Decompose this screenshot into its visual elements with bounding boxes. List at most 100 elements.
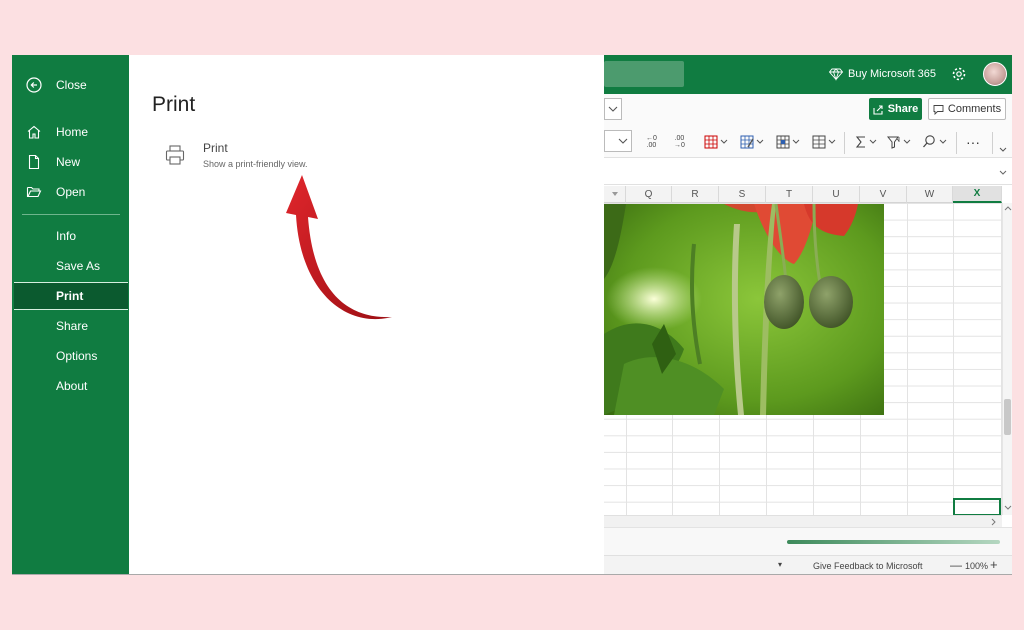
nav-home[interactable]: Home <box>12 118 129 146</box>
increase-decimal-button[interactable]: ←0.00 <box>646 132 657 152</box>
nav-save-as-label: Save As <box>56 259 101 273</box>
column-header-s[interactable]: S <box>719 186 766 203</box>
sheet-tab-bar <box>604 527 1012 555</box>
buy-label: Buy Microsoft 365 <box>848 68 937 80</box>
scroll-up-icon[interactable] <box>1004 205 1012 211</box>
zoom-in-button[interactable]: + <box>990 557 998 572</box>
cell-styles-button[interactable] <box>776 132 802 152</box>
number-format-dropdown[interactable] <box>604 130 632 152</box>
comment-icon <box>933 104 944 115</box>
find-select-button[interactable] <box>922 132 950 152</box>
conditional-formatting-icon <box>704 135 728 149</box>
vertical-scrollbar[interactable] <box>1002 203 1012 515</box>
nav-open-label: Open <box>56 185 86 199</box>
scroll-down-icon[interactable] <box>1004 505 1012 511</box>
grid-line <box>953 203 954 515</box>
nav-share[interactable]: Share <box>12 312 129 340</box>
print-option-title: Print <box>203 141 228 155</box>
nav-options-label: Options <box>56 349 98 363</box>
nav-save-as[interactable]: Save As <box>12 252 129 280</box>
nav-close[interactable]: Close <box>12 71 129 99</box>
increase-decimal-bottom: .00 <box>646 142 657 149</box>
nav-open[interactable]: Open <box>12 178 129 206</box>
share-label: Share <box>887 103 919 115</box>
conditional-formatting-button[interactable] <box>704 132 730 152</box>
sigma-icon <box>855 136 877 148</box>
sheet-tab-scroller[interactable] <box>787 540 1000 544</box>
diamond-icon <box>828 67 844 81</box>
comments-button[interactable]: Comments <box>928 98 1006 120</box>
format-table-icon <box>740 135 764 149</box>
formula-expand-chevron-icon[interactable] <box>998 168 1008 178</box>
nav-new-label: New <box>56 155 81 169</box>
window-bottom-edge <box>12 574 1012 575</box>
toolbar-separator <box>956 132 957 154</box>
page-title: Print <box>152 93 196 116</box>
share-icon <box>873 104 883 115</box>
printer-icon <box>163 143 187 167</box>
excel-workbook: Buy Microsoft 365 Share Comments ←0 .00 … <box>604 55 1012 575</box>
excel-window: Close Home New Open Info Save As Print S… <box>12 55 1012 575</box>
zoom-level[interactable]: 100% <box>965 561 988 571</box>
column-header-v[interactable]: V <box>860 186 907 203</box>
comments-label: Comments <box>947 103 1002 115</box>
format-as-table-button[interactable] <box>740 132 766 152</box>
ribbon-toolbar: ←0.00 .00 →0 ··· <box>604 126 1012 158</box>
nav-options[interactable]: Options <box>12 342 129 370</box>
nav-divider <box>22 214 120 215</box>
status-chevron-icon[interactable]: ▾ <box>778 560 782 569</box>
decrease-decimal-bottom: →0 <box>674 142 685 149</box>
sort-filter-icon <box>886 136 911 149</box>
excel-title-bar: Buy Microsoft 365 <box>604 55 1012 94</box>
column-header-t[interactable]: T <box>766 186 813 203</box>
annotation-arrow-icon <box>286 175 392 320</box>
sort-filter-button[interactable] <box>886 132 914 152</box>
nav-about[interactable]: About <box>12 372 129 400</box>
vertical-scroll-thumb[interactable] <box>1004 399 1011 435</box>
ribbon-collapse-chevron-icon[interactable] <box>998 140 1008 160</box>
decrease-decimal-button[interactable]: .00 →0 <box>674 132 685 152</box>
insert-delete-cells-button[interactable] <box>812 132 838 152</box>
horizontal-scrollbar[interactable] <box>604 515 1002 527</box>
scroll-right-icon[interactable] <box>990 518 998 526</box>
increase-decimal-top: ←0 <box>646 135 657 142</box>
feedback-link[interactable]: Give Feedback to Microsoft <box>813 561 923 571</box>
print-pane: Print Print Show a print-friendly view. <box>129 55 604 575</box>
ribbon-top-row: Share Comments <box>604 94 1012 126</box>
decrease-decimal-top: .00 <box>674 135 685 142</box>
nav-home-label: Home <box>56 125 89 139</box>
selected-cell[interactable] <box>953 498 1001 516</box>
back-arrow-icon <box>24 75 44 95</box>
formula-bar[interactable] <box>604 159 1012 185</box>
ribbon-dropdown[interactable] <box>604 98 622 120</box>
column-header-x[interactable]: X <box>953 186 1002 203</box>
nav-print[interactable]: Print <box>14 282 128 310</box>
more-options-button[interactable]: ··· <box>966 132 980 152</box>
nav-info[interactable]: Info <box>12 222 129 250</box>
grid-line <box>907 203 908 515</box>
search-input[interactable] <box>604 61 684 87</box>
nav-print-label: Print <box>56 289 84 303</box>
backstage-nav: Close Home New Open Info Save As Print S… <box>12 55 129 575</box>
toolbar-separator <box>992 132 993 154</box>
column-header-w[interactable]: W <box>907 186 953 203</box>
folder-open-icon <box>24 182 44 202</box>
cells-icon <box>812 135 836 149</box>
nav-new[interactable]: New <box>12 148 129 176</box>
column-header-partial[interactable] <box>604 186 626 203</box>
nav-about-label: About <box>56 379 88 393</box>
avatar[interactable] <box>983 62 1007 86</box>
column-header-r[interactable]: R <box>672 186 719 203</box>
toolbar-separator <box>844 132 845 154</box>
autosum-button[interactable] <box>854 132 880 152</box>
buy-microsoft-365-link[interactable]: Buy Microsoft 365 <box>828 67 937 81</box>
zoom-out-button[interactable]: — <box>950 558 962 572</box>
share-button[interactable]: Share <box>869 98 922 120</box>
inserted-picture[interactable] <box>604 204 884 415</box>
magnifier-icon <box>923 135 947 148</box>
column-header-u[interactable]: U <box>813 186 860 203</box>
home-icon <box>24 122 44 142</box>
gear-icon[interactable] <box>951 66 967 82</box>
column-header-q[interactable]: Q <box>626 186 672 203</box>
cell-styles-icon <box>776 135 800 149</box>
